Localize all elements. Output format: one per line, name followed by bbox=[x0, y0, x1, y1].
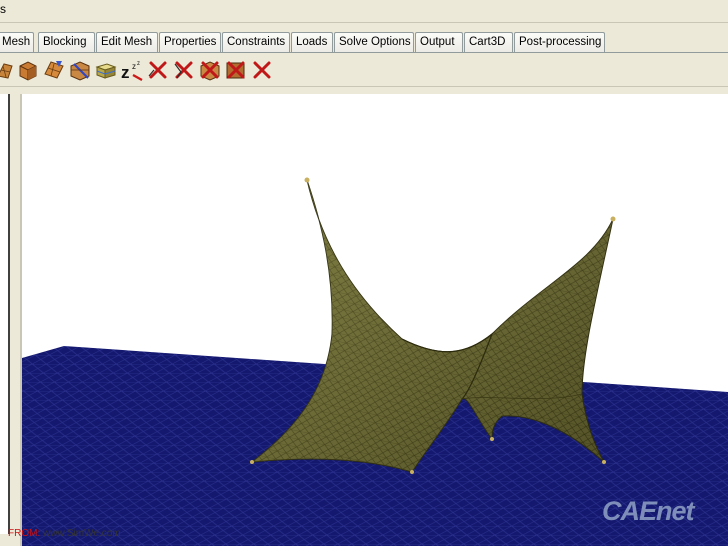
tab-loads[interactable]: Loads bbox=[291, 32, 333, 52]
anchor-point bbox=[410, 470, 414, 474]
tab-solve-options[interactable]: Solve Options bbox=[334, 32, 414, 52]
tab-properties[interactable]: Properties bbox=[159, 32, 221, 52]
tab-bar-divider bbox=[0, 52, 728, 53]
tab-mesh[interactable]: Mesh bbox=[0, 32, 34, 52]
anchor-point bbox=[610, 216, 616, 222]
delete-x-icon[interactable] bbox=[146, 58, 170, 82]
sleep-z-text: z bbox=[121, 63, 130, 82]
anchor-point bbox=[250, 460, 254, 464]
application-window: s Mesh Blocking Edit Mesh Properties Con… bbox=[0, 0, 728, 546]
source-label: FROM: bbox=[8, 528, 41, 539]
anchor-point bbox=[304, 177, 310, 183]
ribbon-tab-bar: Mesh Blocking Edit Mesh Properties Const… bbox=[0, 30, 728, 54]
delete-mesh-icon[interactable] bbox=[68, 58, 92, 82]
prism-mesh-icon[interactable] bbox=[94, 58, 118, 82]
svg-text:z: z bbox=[137, 61, 140, 67]
svg-text:z: z bbox=[132, 62, 136, 71]
tab-edit-mesh[interactable]: Edit Mesh bbox=[96, 32, 158, 52]
tab-output[interactable]: Output bbox=[415, 32, 463, 52]
shell-mesh-icon[interactable] bbox=[42, 58, 66, 82]
mesh-toolbar: z z z bbox=[0, 54, 728, 87]
sleep-zzz-icon[interactable]: z z z bbox=[120, 58, 144, 82]
model-tree-panel[interactable] bbox=[0, 94, 10, 534]
window-title: s bbox=[0, 2, 6, 16]
3d-scene bbox=[22, 177, 728, 546]
source-site: www.SimWe.com bbox=[43, 528, 121, 539]
source-credit: FROM: www.SimWe.com bbox=[8, 528, 121, 539]
tab-cart3d[interactable]: Cart3D bbox=[464, 32, 513, 52]
delete-x-icon[interactable] bbox=[172, 58, 196, 82]
tab-blocking[interactable]: Blocking bbox=[38, 32, 95, 52]
tab-constraints[interactable]: Constraints bbox=[222, 32, 290, 52]
delete-block-icon[interactable] bbox=[198, 58, 222, 82]
anchor-point bbox=[602, 460, 606, 464]
graphics-viewport[interactable] bbox=[22, 94, 728, 546]
delete-x-icon[interactable] bbox=[250, 58, 274, 82]
title-bar: s bbox=[0, 0, 728, 23]
tab-post-processing[interactable]: Post-processing bbox=[514, 32, 605, 52]
caenet-watermark-logo: CAEnet bbox=[602, 496, 695, 526]
anchor-point bbox=[490, 437, 494, 441]
delete-box-icon[interactable] bbox=[224, 58, 248, 82]
volume-mesh-icon[interactable] bbox=[16, 58, 40, 82]
